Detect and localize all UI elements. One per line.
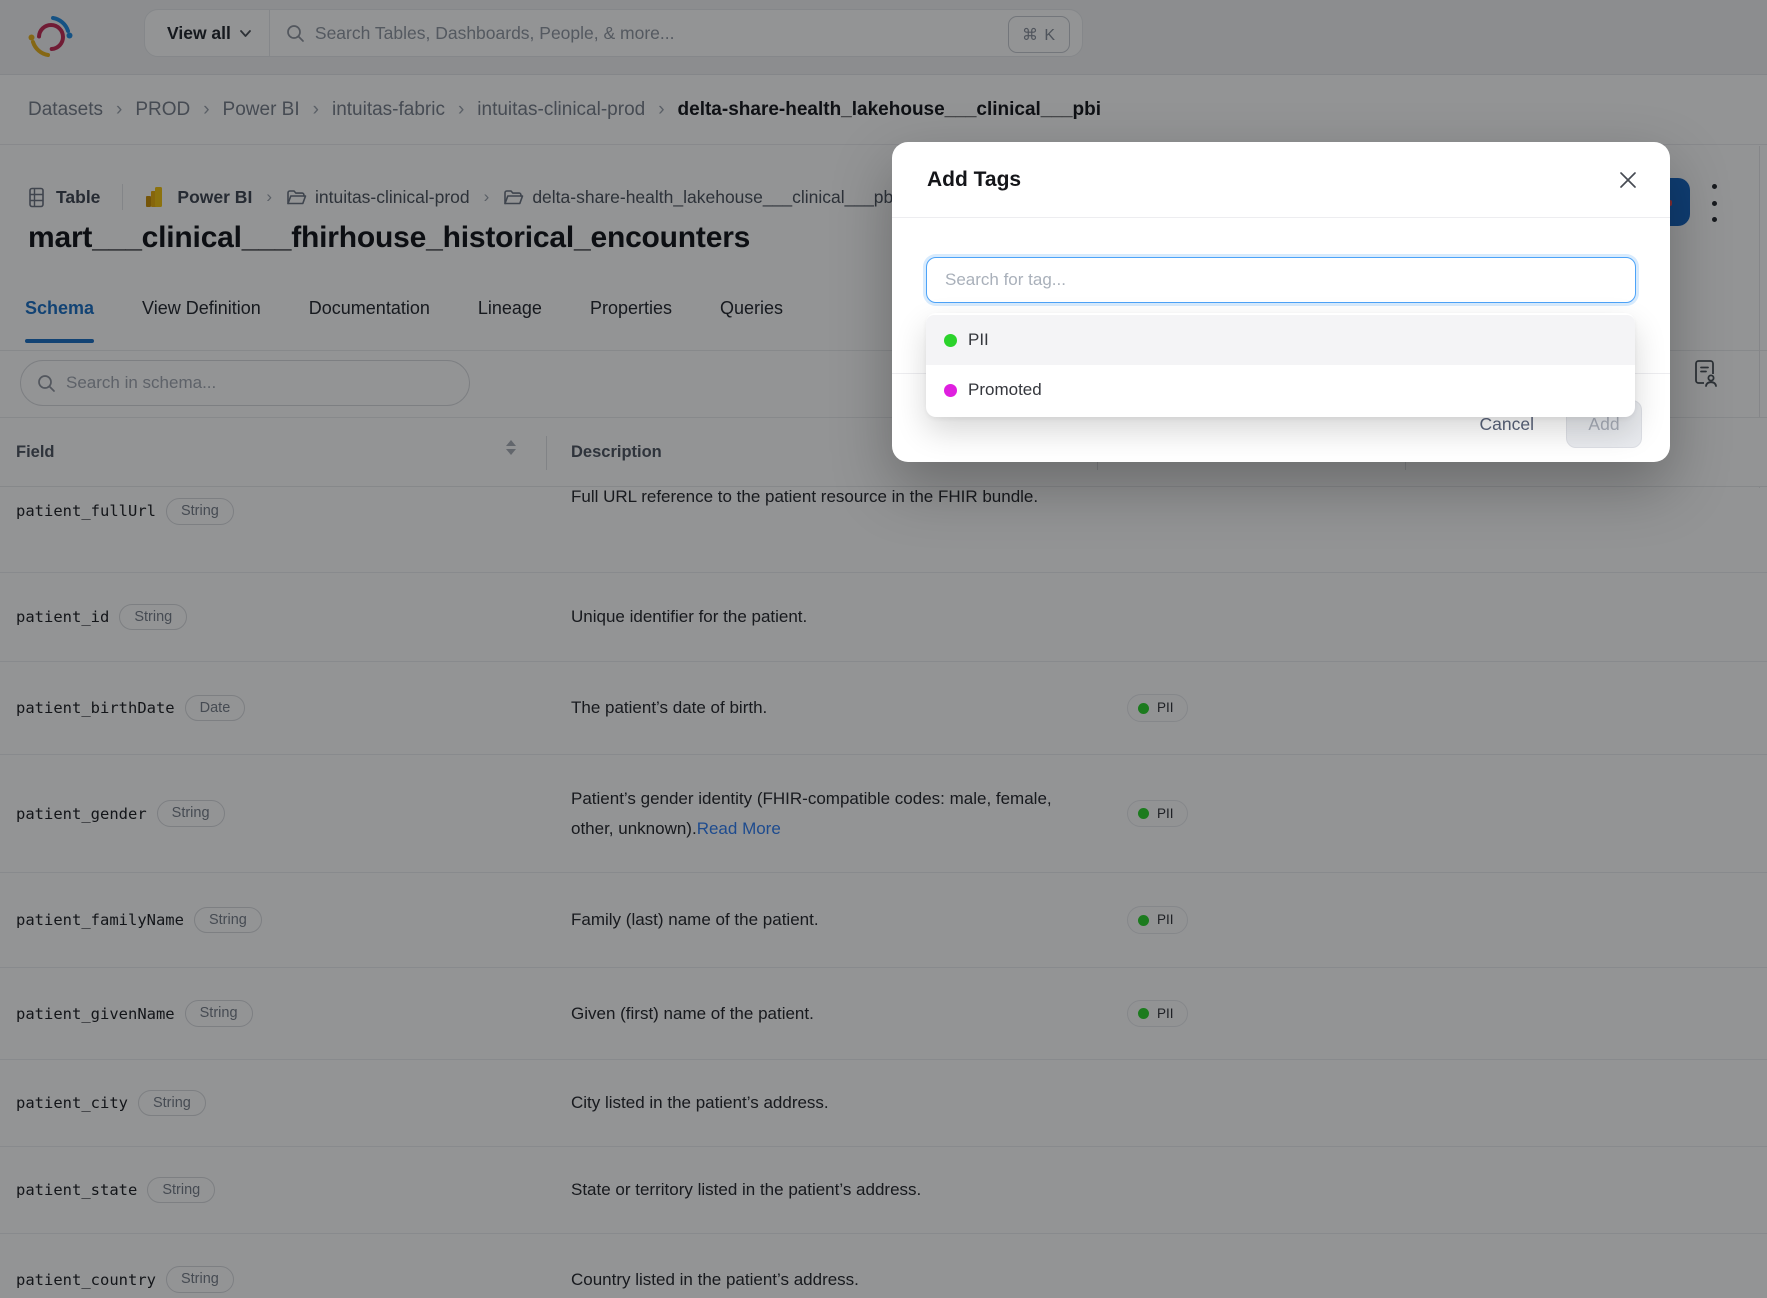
- tag-color-dot: [944, 333, 957, 347]
- tag-option-label: Promoted: [968, 380, 1042, 399]
- tag-options-dropdown: PII Promoted: [926, 313, 1635, 417]
- close-icon[interactable]: [1618, 170, 1638, 190]
- page: View all ⌘ K Datasets › PROD › Power BI …: [0, 0, 1767, 1298]
- tag-search-input[interactable]: [926, 257, 1636, 303]
- tag-color-dot: [944, 383, 957, 397]
- add-tags-modal: Add Tags Cancel Add PII Promoted: [892, 142, 1670, 462]
- modal-title: Add Tags: [927, 167, 1022, 191]
- modal-header: Add Tags: [892, 142, 1670, 218]
- tag-option-label: PII: [968, 330, 989, 349]
- tag-option-pii[interactable]: PII: [926, 315, 1635, 365]
- tag-option-promoted[interactable]: Promoted: [926, 365, 1635, 415]
